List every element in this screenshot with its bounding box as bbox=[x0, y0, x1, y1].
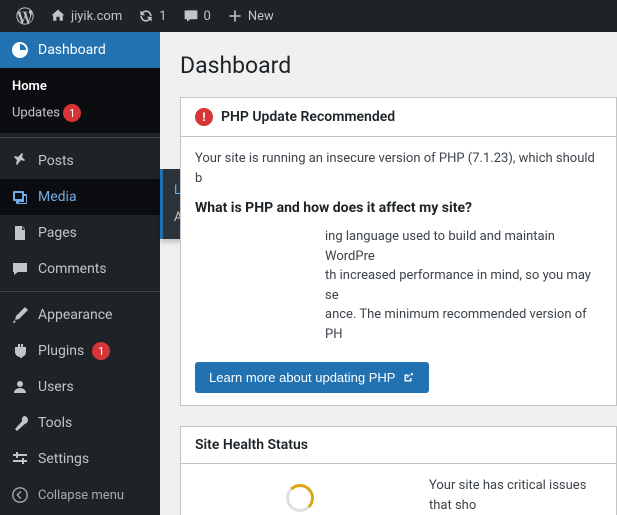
admin-sidebar: Dashboard Home Updates 1 Posts Media Pag… bbox=[0, 32, 160, 515]
progress-ring-icon bbox=[286, 484, 314, 512]
adminbar-new[interactable]: New bbox=[219, 0, 282, 32]
menu-settings[interactable]: Settings bbox=[0, 441, 160, 477]
menu-pages-label: Pages bbox=[38, 225, 77, 241]
health-description: Your site has critical issues that sho s… bbox=[429, 476, 602, 515]
site-health-card: Site Health Status Should be improved Yo… bbox=[180, 426, 617, 515]
collapse-menu[interactable]: Collapse menu bbox=[0, 477, 160, 513]
adminbar-comments-count: 0 bbox=[204, 9, 211, 24]
menu-dashboard[interactable]: Dashboard bbox=[0, 32, 160, 68]
menu-posts-label: Posts bbox=[38, 153, 74, 169]
plus-icon bbox=[227, 8, 243, 24]
warning-icon: ! bbox=[195, 108, 213, 126]
learn-more-button[interactable]: Learn more about updating PHP bbox=[195, 362, 429, 393]
menu-posts[interactable]: Posts bbox=[0, 143, 160, 179]
dashboard-icon bbox=[10, 40, 30, 60]
external-link-icon bbox=[401, 371, 415, 385]
comments-icon bbox=[10, 259, 30, 279]
php-intro: Your site is running an insecure version… bbox=[195, 149, 602, 188]
adminbar-updates-count: 1 bbox=[159, 9, 166, 24]
menu-users[interactable]: Users bbox=[0, 369, 160, 405]
php-body3: ance. The minimum recommended version of… bbox=[195, 305, 602, 344]
menu-pages[interactable]: Pages bbox=[0, 215, 160, 251]
page-title: Dashboard bbox=[180, 52, 617, 79]
php-update-card: ! PHP Update Recommended Your site is ru… bbox=[180, 97, 617, 406]
php-body2: th increased performance in mind, so you… bbox=[195, 266, 602, 305]
refresh-icon bbox=[138, 8, 154, 24]
user-icon bbox=[10, 377, 30, 397]
submenu-home[interactable]: Home bbox=[0, 74, 160, 99]
comment-icon bbox=[183, 8, 199, 24]
menu-settings-label: Settings bbox=[38, 451, 89, 467]
wrench-icon bbox=[10, 413, 30, 433]
menu-tools-label: Tools bbox=[38, 415, 72, 431]
menu-users-label: Users bbox=[38, 379, 74, 395]
wp-logo[interactable] bbox=[8, 0, 42, 32]
menu-appearance[interactable]: Appearance bbox=[0, 297, 160, 333]
learn-more-label: Learn more about updating PHP bbox=[209, 370, 395, 385]
menu-plugins[interactable]: Plugins 1 bbox=[0, 333, 160, 369]
plugins-badge: 1 bbox=[92, 342, 110, 360]
php-card-header: ! PHP Update Recommended bbox=[181, 98, 616, 137]
page-icon bbox=[10, 223, 30, 243]
menu-tools[interactable]: Tools bbox=[0, 405, 160, 441]
php-card-title: PHP Update Recommended bbox=[221, 109, 395, 125]
media-icon bbox=[10, 187, 30, 207]
php-card-body: Your site is running an insecure version… bbox=[181, 137, 616, 405]
collapse-icon bbox=[10, 485, 30, 505]
menu-separator bbox=[0, 133, 160, 138]
submenu-dashboard: Home Updates 1 bbox=[0, 68, 160, 133]
wordpress-icon bbox=[16, 7, 34, 25]
admin-bar: jiyik.com 1 0 New bbox=[0, 0, 617, 32]
menu-appearance-label: Appearance bbox=[38, 307, 112, 323]
health-indicator: Should be improved bbox=[195, 476, 405, 515]
health-card-body: Should be improved Your site has critica… bbox=[181, 464, 616, 515]
adminbar-updates[interactable]: 1 bbox=[130, 0, 174, 32]
sliders-icon bbox=[10, 449, 30, 469]
menu-comments-label: Comments bbox=[38, 261, 107, 277]
collapse-label: Collapse menu bbox=[38, 488, 124, 503]
menu-media[interactable]: Media bbox=[0, 179, 160, 215]
health-card-title: Site Health Status bbox=[195, 437, 308, 453]
submenu-updates-label: Updates bbox=[12, 106, 60, 121]
menu-plugins-label: Plugins bbox=[38, 343, 84, 359]
site-name: jiyik.com bbox=[71, 9, 122, 24]
updates-badge: 1 bbox=[63, 104, 81, 122]
home-icon bbox=[50, 8, 66, 24]
brush-icon bbox=[10, 305, 30, 325]
php-subheading: What is PHP and how does it affect my si… bbox=[195, 198, 602, 219]
plug-icon bbox=[10, 341, 30, 361]
health-card-header: Site Health Status bbox=[181, 427, 616, 464]
menu-separator bbox=[0, 287, 160, 292]
php-body1: ing language used to build and maintain … bbox=[195, 227, 602, 266]
menu-media-label: Media bbox=[38, 189, 77, 205]
site-home[interactable]: jiyik.com bbox=[42, 0, 130, 32]
adminbar-new-label: New bbox=[248, 9, 274, 24]
submenu-updates[interactable]: Updates 1 bbox=[0, 99, 160, 127]
main-content: Dashboard ! PHP Update Recommended Your … bbox=[160, 32, 617, 515]
menu-dashboard-label: Dashboard bbox=[38, 42, 106, 58]
pin-icon bbox=[10, 151, 30, 171]
adminbar-comments[interactable]: 0 bbox=[175, 0, 219, 32]
menu-comments[interactable]: Comments bbox=[0, 251, 160, 287]
